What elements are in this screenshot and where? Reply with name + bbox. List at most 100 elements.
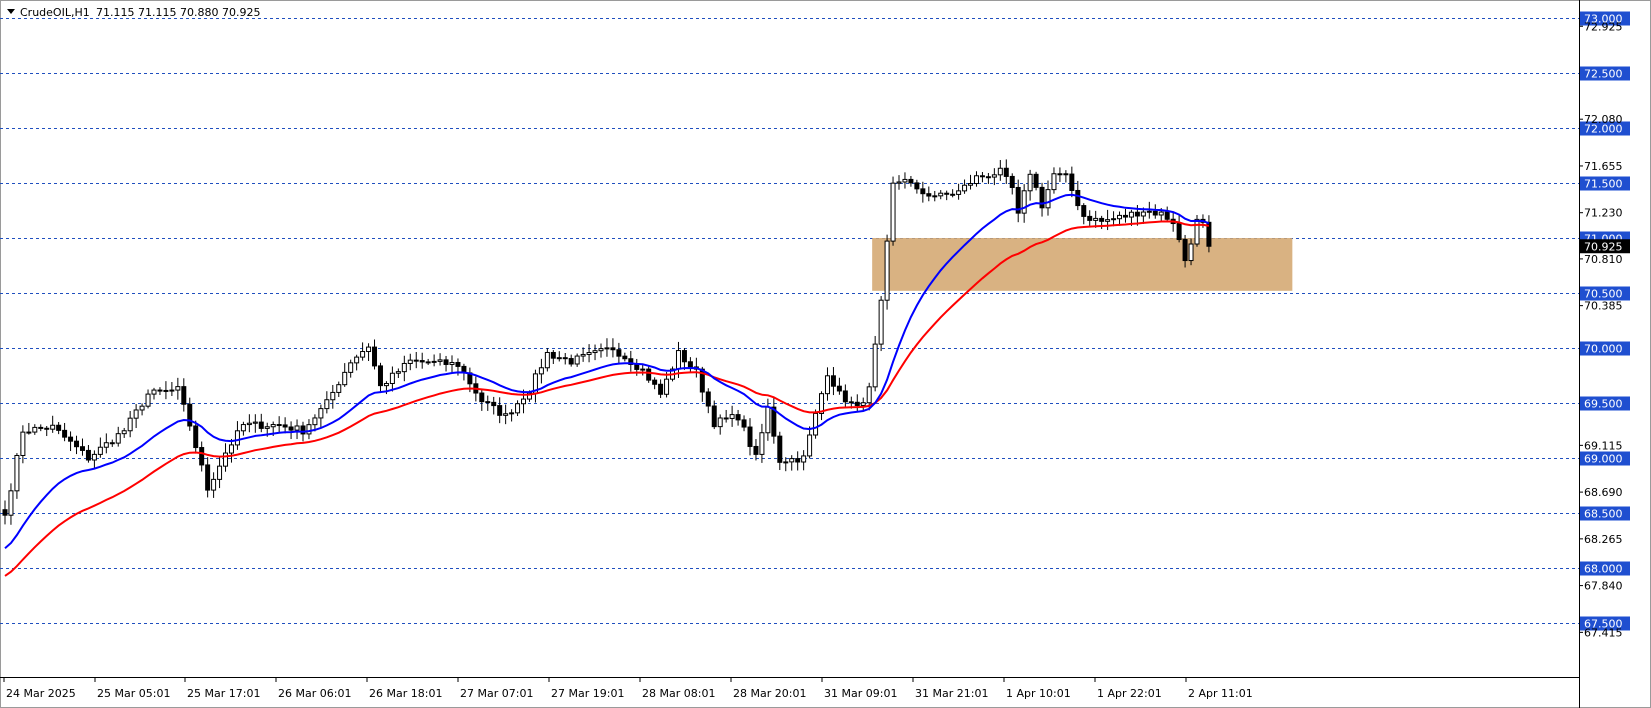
candle-body[interactable] bbox=[151, 389, 157, 395]
candle-body[interactable] bbox=[205, 464, 211, 491]
candle-body[interactable] bbox=[413, 359, 419, 362]
candle-body[interactable] bbox=[1075, 189, 1081, 207]
candle-body[interactable] bbox=[884, 240, 890, 301]
price-chart[interactable]: 73.00072.50072.00071.50071.00070.50070.0… bbox=[0, 0, 1651, 708]
candle-body[interactable] bbox=[759, 432, 765, 455]
candle-body[interactable] bbox=[44, 427, 50, 430]
candle-body[interactable] bbox=[824, 375, 830, 395]
candle-body[interactable] bbox=[747, 426, 753, 447]
candle-body[interactable] bbox=[902, 178, 908, 183]
candle-body[interactable] bbox=[193, 425, 199, 449]
candle-body[interactable] bbox=[491, 401, 497, 407]
candle-body[interactable] bbox=[681, 350, 687, 363]
candle-body[interactable] bbox=[1039, 186, 1045, 209]
candle-body[interactable] bbox=[485, 401, 491, 404]
candle-body[interactable] bbox=[68, 436, 74, 442]
candle-body[interactable] bbox=[580, 353, 586, 357]
candle-body[interactable] bbox=[1081, 205, 1087, 217]
candle-body[interactable] bbox=[497, 405, 503, 416]
candle-body[interactable] bbox=[360, 351, 366, 358]
candle-body[interactable] bbox=[866, 386, 872, 404]
candle-body[interactable] bbox=[145, 393, 151, 407]
candle-body[interactable] bbox=[556, 357, 562, 360]
candle-body[interactable] bbox=[973, 175, 979, 185]
candle-body[interactable] bbox=[908, 178, 914, 184]
candle-body[interactable] bbox=[366, 346, 372, 353]
candle-body[interactable] bbox=[431, 360, 437, 363]
candle-body[interactable] bbox=[109, 442, 115, 445]
candle-body[interactable] bbox=[741, 419, 747, 428]
candle-body[interactable] bbox=[1128, 211, 1134, 218]
candle-body[interactable] bbox=[753, 445, 759, 455]
candle-body[interactable] bbox=[85, 449, 91, 461]
candle-body[interactable] bbox=[896, 181, 902, 184]
candle-body[interactable] bbox=[646, 368, 652, 381]
candle-body[interactable] bbox=[449, 361, 455, 365]
candle-body[interactable] bbox=[735, 414, 741, 421]
candle-body[interactable] bbox=[664, 378, 670, 395]
candle-body[interactable] bbox=[848, 401, 854, 404]
candle-body[interactable] bbox=[789, 458, 795, 463]
candle-body[interactable] bbox=[294, 425, 300, 431]
candle-body[interactable] bbox=[26, 431, 32, 434]
candle-body[interactable] bbox=[91, 453, 97, 461]
candle-body[interactable] bbox=[20, 431, 26, 456]
candle-body[interactable] bbox=[568, 358, 574, 365]
candle-body[interactable] bbox=[1033, 173, 1039, 188]
candle-body[interactable] bbox=[723, 417, 729, 420]
candle-body[interactable] bbox=[1158, 211, 1164, 216]
candle-body[interactable] bbox=[878, 299, 884, 345]
candle-body[interactable] bbox=[479, 392, 485, 403]
candle-body[interactable] bbox=[1045, 189, 1051, 209]
candle-body[interactable] bbox=[795, 458, 801, 463]
candle-body[interactable] bbox=[258, 421, 264, 429]
candle-body[interactable] bbox=[276, 424, 282, 427]
candle-body[interactable] bbox=[377, 365, 383, 387]
candle-body[interactable] bbox=[157, 389, 163, 392]
candle-body[interactable] bbox=[705, 391, 711, 407]
candle-body[interactable] bbox=[765, 406, 771, 434]
candle-body[interactable] bbox=[127, 417, 133, 432]
candle-body[interactable] bbox=[1140, 211, 1146, 217]
candle-body[interactable] bbox=[997, 167, 1003, 176]
candle-body[interactable] bbox=[318, 408, 324, 419]
candle-body[interactable] bbox=[240, 424, 246, 432]
candle-body[interactable] bbox=[717, 417, 723, 428]
candle-body[interactable] bbox=[1188, 243, 1194, 262]
candle-body[interactable] bbox=[32, 426, 38, 433]
candle-body[interactable] bbox=[813, 412, 819, 436]
candle-body[interactable] bbox=[1105, 219, 1111, 222]
candle-body[interactable] bbox=[1027, 173, 1033, 192]
candle-body[interactable] bbox=[1087, 215, 1093, 221]
candle-body[interactable] bbox=[181, 386, 187, 405]
candle-body[interactable] bbox=[616, 349, 622, 357]
candle-body[interactable] bbox=[401, 362, 407, 373]
candle-body[interactable] bbox=[97, 446, 103, 455]
candle-body[interactable] bbox=[836, 385, 842, 392]
candle-body[interactable] bbox=[1009, 175, 1015, 188]
candle-body[interactable] bbox=[228, 444, 234, 454]
candle-body[interactable] bbox=[1021, 190, 1027, 214]
candle-body[interactable] bbox=[979, 175, 985, 178]
candle-body[interactable] bbox=[175, 386, 181, 391]
candle-body[interactable] bbox=[991, 174, 997, 178]
candle-body[interactable] bbox=[330, 391, 336, 401]
candle-body[interactable] bbox=[74, 440, 80, 448]
candle-body[interactable] bbox=[50, 424, 56, 430]
candle-body[interactable] bbox=[1057, 173, 1063, 176]
candle-body[interactable] bbox=[807, 434, 813, 457]
candle-body[interactable] bbox=[562, 357, 568, 360]
candle-body[interactable] bbox=[1099, 217, 1105, 222]
candle-body[interactable] bbox=[211, 478, 217, 491]
candle-body[interactable] bbox=[926, 193, 932, 197]
candle-body[interactable] bbox=[515, 403, 521, 414]
candle-body[interactable] bbox=[223, 452, 229, 467]
candle-body[interactable] bbox=[252, 421, 258, 424]
candle-body[interactable] bbox=[419, 360, 425, 363]
candle-body[interactable] bbox=[658, 383, 664, 395]
candle-body[interactable] bbox=[610, 347, 616, 351]
candle-body[interactable] bbox=[246, 422, 252, 426]
candle-body[interactable] bbox=[944, 192, 950, 195]
candle-body[interactable] bbox=[968, 183, 974, 186]
candle-body[interactable] bbox=[1182, 239, 1188, 262]
